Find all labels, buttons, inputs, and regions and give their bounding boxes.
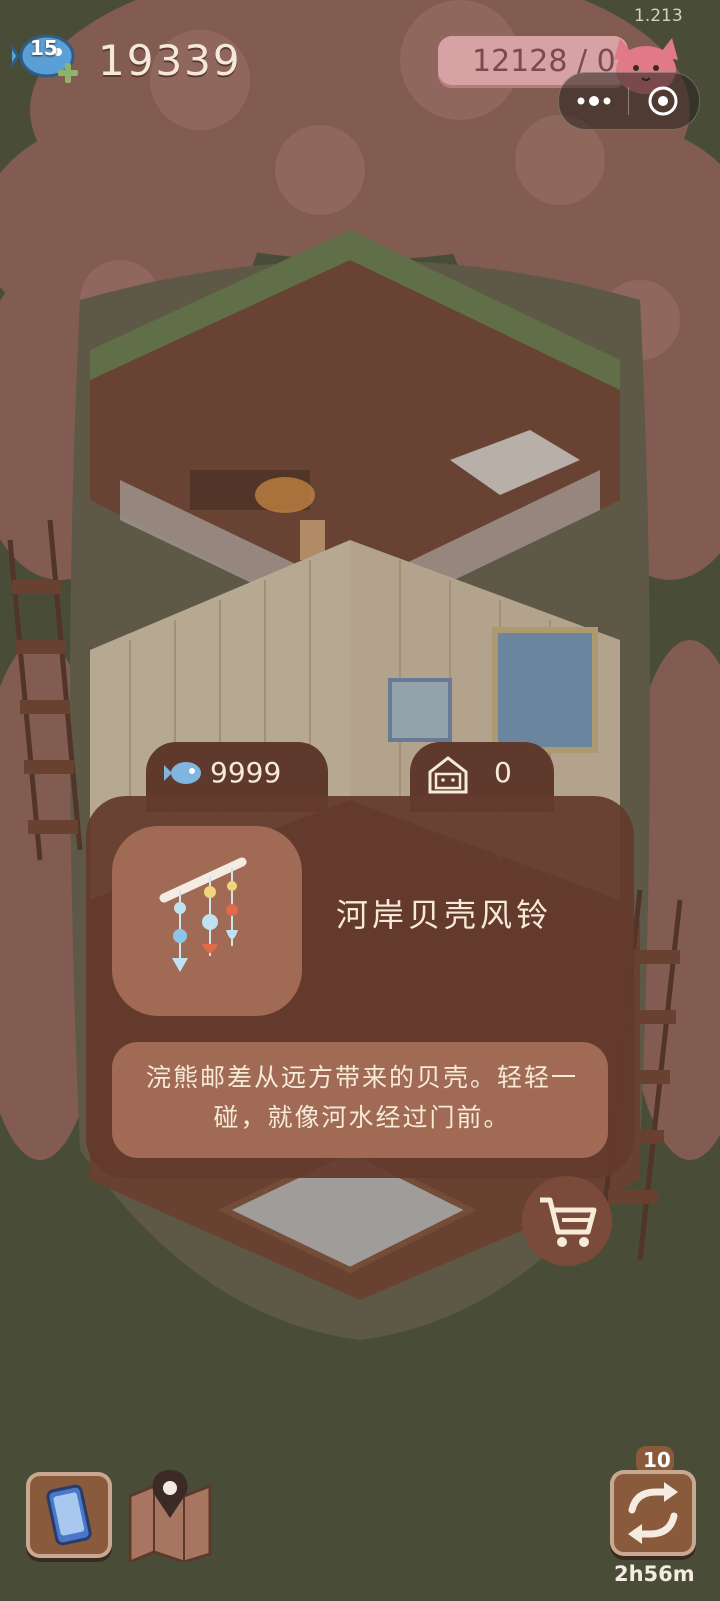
refresh-count: 10 — [643, 1448, 671, 1472]
item-description: 浣熊邮差从远方带来的贝壳。轻轻一碰，就像河水经过门前。 — [145, 1063, 578, 1132]
buy-cart-button[interactable] — [522, 1176, 612, 1266]
coin-count: 19339 — [98, 36, 242, 85]
item-icon-box — [112, 826, 302, 1016]
level-number: 15 — [30, 36, 58, 60]
cart-icon — [540, 1197, 597, 1247]
house-box-icon — [428, 756, 468, 794]
fish-currency-badge[interactable]: 15 — [8, 18, 82, 88]
phone-button[interactable] — [26, 1472, 112, 1558]
fish-icon — [164, 762, 201, 784]
refresh-icon — [628, 1482, 678, 1544]
target-close-icon — [648, 86, 678, 116]
description-box: 浣熊邮差从远方带来的贝壳。轻轻一碰，就像河水经过门前。 — [112, 1042, 608, 1158]
owned-value: 0 — [494, 756, 512, 789]
phone-icon — [46, 1484, 92, 1546]
more-menu-button[interactable] — [559, 73, 628, 129]
version-label: 1.213 — [634, 6, 683, 26]
close-miniprogram-button[interactable] — [629, 73, 699, 129]
refresh-shop-button[interactable] — [610, 1470, 696, 1556]
miniprogram-capsule — [558, 72, 700, 130]
map-button[interactable] — [124, 1466, 216, 1565]
more-dots-icon — [577, 96, 611, 106]
wind-chime-icon — [159, 857, 247, 972]
map-icon — [128, 1470, 212, 1565]
refresh-timer: 2h56m — [614, 1562, 695, 1586]
item-name: 河岸贝壳风铃 — [336, 896, 553, 934]
price-value: 9999 — [210, 756, 282, 789]
